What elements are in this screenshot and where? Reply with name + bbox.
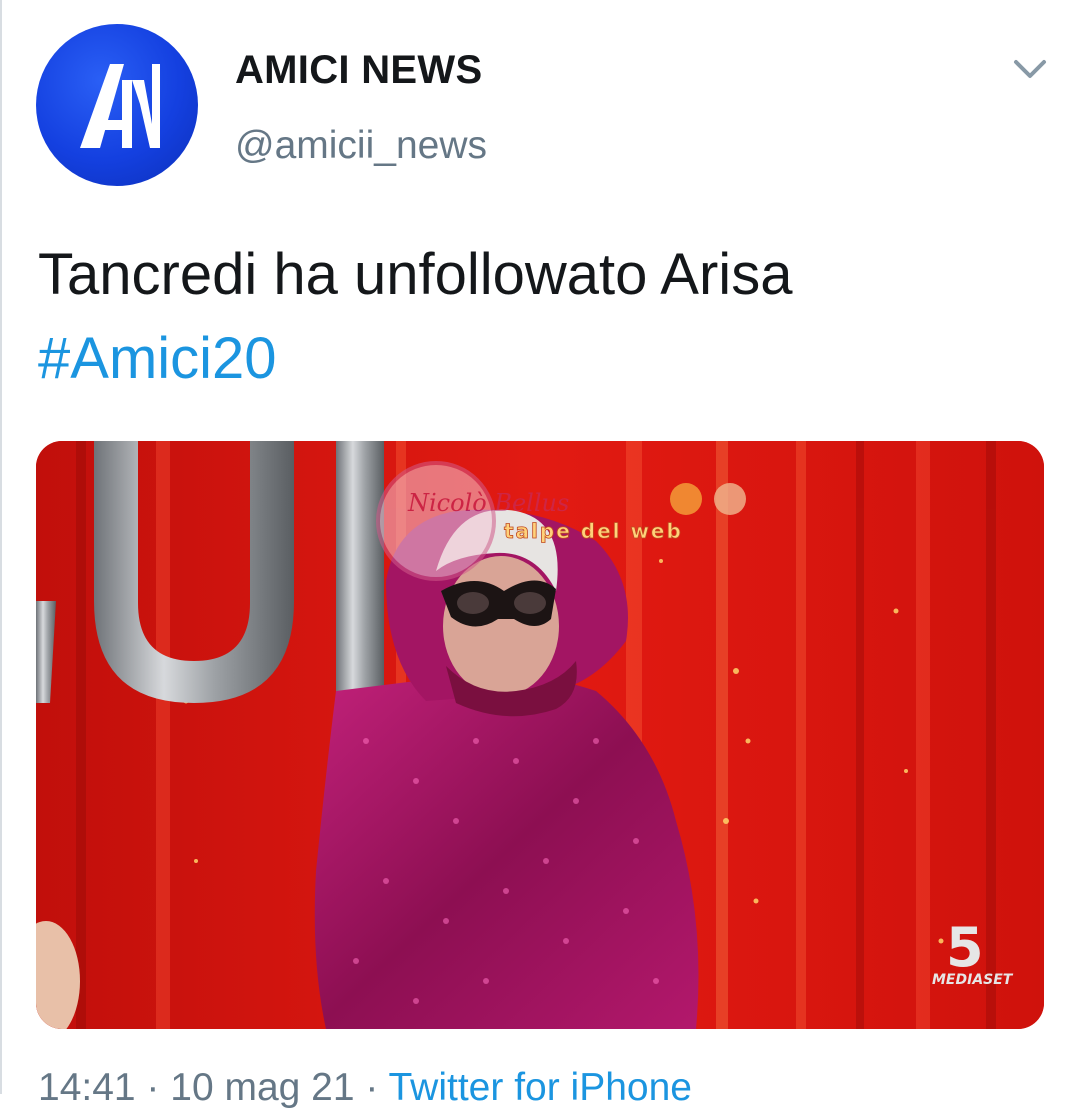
tweet-meta: 14:41 · 10 mag 21 · Twitter for iPhone (38, 1066, 692, 1110)
avatar[interactable]: AN (36, 24, 198, 186)
tweet-timestamp[interactable]: 14:41 · 10 mag 21 · (38, 1066, 389, 1109)
left-divider (0, 0, 2, 1094)
svg-text:5: 5 (946, 916, 984, 979)
svg-text:Nicolò Bellus: Nicolò Bellus (407, 489, 569, 517)
chevron-down-icon[interactable] (1010, 54, 1050, 84)
user-handle[interactable]: @amicii_news (235, 124, 487, 168)
tweet-body: Tancredi ha unfollowato Arisa (38, 242, 793, 307)
svg-text:talpe del web: talpe del web (504, 519, 683, 543)
amici-news-logo: AN (36, 24, 160, 148)
hashtag-link[interactable]: #Amici20 (38, 317, 792, 401)
display-name[interactable]: AMICI NEWS (235, 48, 482, 93)
svg-text:AN: AN (36, 24, 38, 25)
tweet-text: Tancredi ha unfollowato Arisa #Amici20 (38, 233, 792, 401)
svg-text:MEDIASET: MEDIASET (932, 972, 1014, 988)
tweet-media-image[interactable]: Nicolò Bellus talpe del web 5 MEDIASET (36, 441, 1044, 1029)
tweet-source-link[interactable]: Twitter for iPhone (389, 1066, 692, 1109)
